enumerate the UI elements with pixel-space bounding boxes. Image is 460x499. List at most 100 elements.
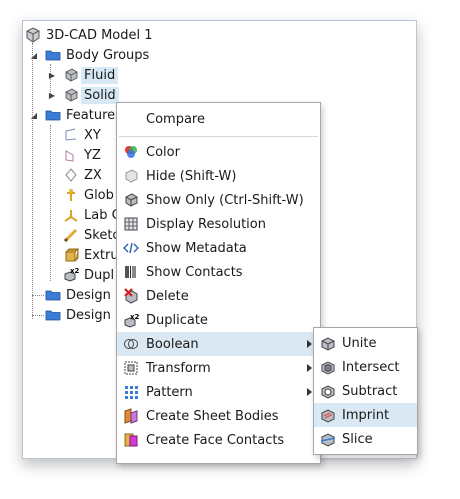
tree-label: Extru (84, 247, 119, 263)
svg-text:x2: x2 (130, 313, 139, 321)
sketch-icon (63, 227, 79, 243)
tree-node-extrude[interactable]: Extru (63, 245, 119, 265)
menu-item-delete[interactable]: Delete (117, 284, 320, 308)
menu-item-label: Create Face Contacts (146, 432, 285, 448)
menu-item-label: Show Metadata (146, 240, 247, 256)
tree-label: Body Groups (66, 47, 150, 63)
menu-item-show-metadata[interactable]: Show Metadata (117, 236, 320, 260)
menu-item-pattern[interactable]: Pattern (117, 380, 320, 404)
submenu-item-unite[interactable]: Unite (314, 331, 417, 355)
blank-icon (123, 111, 139, 127)
menu-item-duplicate[interactable]: x2 Duplicate (117, 308, 320, 332)
body-icon (63, 87, 79, 103)
menu-item-create-face-contacts[interactable]: Create Face Contacts (117, 428, 320, 452)
tree-node-global[interactable]: Glob (63, 185, 114, 205)
menu-item-label: Create Sheet Bodies (146, 408, 279, 424)
submenu-item-subtract[interactable]: Subtract (314, 379, 417, 403)
slice-icon (320, 431, 336, 447)
menu-item-label: Show Contacts (146, 264, 243, 280)
folder-icon (45, 307, 61, 323)
menu-item-compare[interactable]: Compare (117, 107, 320, 131)
menu-item-transform[interactable]: Transform (117, 356, 320, 380)
tree-node-sketch[interactable]: Sketc (63, 225, 120, 245)
tree-connector (32, 43, 33, 319)
submenu-arrow-icon (307, 364, 312, 372)
boolean-submenu: Unite Intersect Subtract Imprint Slice (313, 327, 418, 455)
tree-node-solid[interactable]: ▶ Solid (47, 85, 119, 105)
tree-label: Solid (81, 86, 119, 104)
tree-node-design-2[interactable]: Design I (45, 305, 119, 325)
context-menu: Compare Color Hide (Shift-W) Show Only (… (116, 102, 321, 464)
menu-item-show-contacts[interactable]: Show Contacts (117, 260, 320, 284)
hide-icon (123, 168, 139, 184)
body-icon (63, 67, 79, 83)
tree-label: 3D-CAD Model 1 (46, 27, 153, 43)
menu-item-label: Hide (Shift-W) (146, 168, 237, 184)
menu-item-hide[interactable]: Hide (Shift-W) (117, 164, 320, 188)
subtract-icon (320, 383, 336, 399)
pattern-icon (123, 384, 139, 400)
menu-item-label: Transform (146, 360, 211, 376)
submenu-item-intersect[interactable]: Intersect (314, 355, 417, 379)
submenu-item-slice[interactable]: Slice (314, 427, 417, 451)
tree-node-lab[interactable]: Lab C (63, 205, 121, 225)
collapse-arrow-icon[interactable]: ◢ (29, 110, 39, 120)
tree-label: Design I (66, 287, 119, 303)
menu-item-label: Show Only (Ctrl-Shift-W) (146, 192, 304, 208)
contacts-icon (123, 264, 139, 280)
tree-node-duplicate[interactable]: x2 Dupl (63, 265, 114, 285)
duplicate-icon: x2 (123, 312, 140, 328)
tree-node-xy[interactable]: XY (63, 125, 101, 145)
extrude-icon (63, 247, 80, 263)
submenu-arrow-icon (307, 388, 312, 396)
show-only-icon (123, 192, 139, 208)
submenu-item-imprint[interactable]: Imprint (314, 403, 417, 427)
face-contacts-icon (123, 432, 139, 448)
tree-node-yz[interactable]: YZ (63, 145, 101, 165)
duplicate-icon: x2 (63, 267, 80, 283)
menu-item-display-resolution[interactable]: Display Resolution (117, 212, 320, 236)
tree-node-fluid[interactable]: ▶ Fluid (47, 65, 119, 85)
menu-item-boolean[interactable]: Boolean (117, 332, 320, 356)
plane-yz-icon (63, 147, 79, 163)
collapse-arrow-icon[interactable]: ◢ (29, 50, 39, 60)
delete-icon (123, 288, 139, 304)
menu-item-label: Compare (146, 111, 205, 127)
tree-connector (50, 125, 51, 281)
svg-text:x2: x2 (70, 267, 79, 275)
menu-separator (119, 136, 318, 137)
menu-item-label: Duplicate (146, 312, 208, 328)
tree-label: Fluid (81, 66, 119, 84)
cad-model-icon (25, 27, 41, 43)
expand-arrow-icon[interactable]: ▶ (47, 90, 57, 100)
tree-node-design-1[interactable]: Design I (45, 285, 119, 305)
folder-icon (45, 107, 61, 123)
boolean-icon (123, 336, 139, 352)
menu-item-label: Delete (146, 288, 189, 304)
transform-icon (123, 360, 139, 376)
menu-item-create-sheet-bodies[interactable]: Create Sheet Bodies (117, 404, 320, 428)
tree-node-body-groups[interactable]: ◢ Body Groups (29, 45, 149, 65)
tree-label: Sketc (84, 227, 120, 243)
menu-item-label: Display Resolution (146, 216, 266, 232)
metadata-icon (122, 240, 140, 256)
menu-item-show-only[interactable]: Show Only (Ctrl-Shift-W) (117, 188, 320, 212)
unite-icon (320, 335, 336, 351)
imprint-icon (320, 407, 336, 423)
menu-item-color[interactable]: Color (117, 140, 320, 164)
tree-connector (32, 315, 44, 316)
folder-icon (45, 47, 61, 63)
tree-label: Design I (66, 307, 119, 323)
lab-cs-icon (63, 207, 79, 223)
expand-arrow-icon[interactable]: ▶ (47, 70, 57, 80)
sheet-bodies-icon (123, 408, 139, 424)
tree-node-root[interactable]: 3D-CAD Model 1 (25, 25, 153, 45)
tree-label: YZ (84, 147, 101, 163)
intersect-icon (320, 359, 336, 375)
color-icon (123, 144, 139, 160)
submenu-item-label: Imprint (342, 407, 390, 423)
tree-label: Dupl (84, 267, 115, 283)
tree-node-features[interactable]: ◢ Features (29, 105, 122, 125)
tree-label: XY (84, 127, 101, 143)
tree-node-zx[interactable]: ZX (63, 165, 102, 185)
